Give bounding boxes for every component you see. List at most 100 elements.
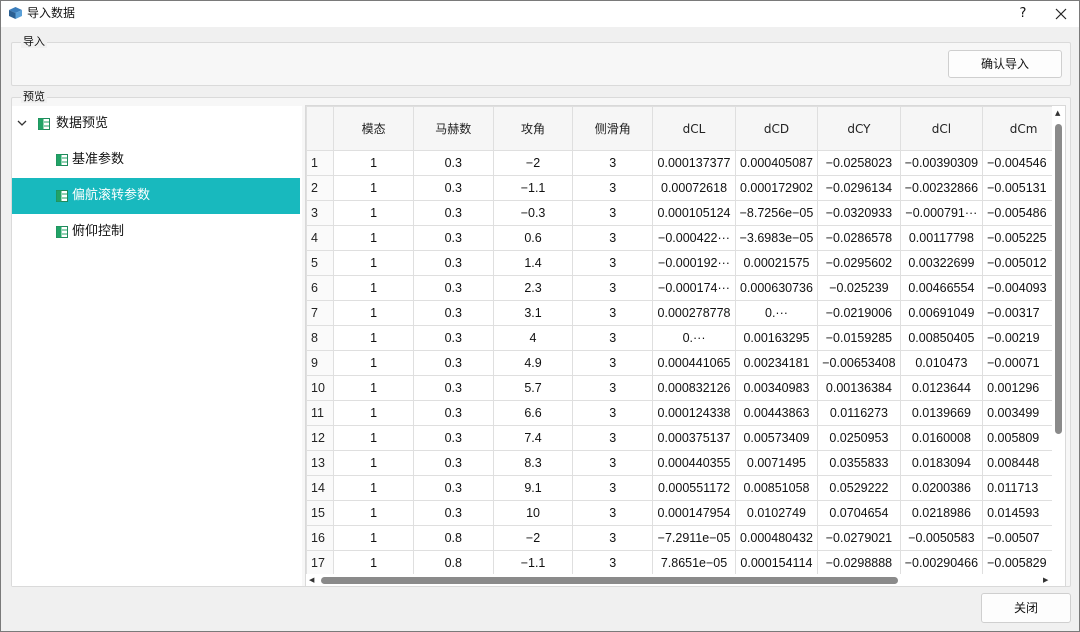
- table-cell[interactable]: 0.···: [734, 300, 819, 326]
- table-cell[interactable]: 1: [333, 450, 414, 476]
- table-cell[interactable]: 1: [333, 375, 414, 401]
- tree-item-data-preview[interactable]: 数据预览: [12, 106, 300, 142]
- column-header[interactable]: dCL: [652, 106, 736, 151]
- table-cell[interactable]: 8.3: [492, 450, 574, 476]
- chevron-down-icon[interactable]: [16, 117, 28, 129]
- table-cell[interactable]: 0.3: [412, 300, 494, 326]
- table-cell[interactable]: 2.3: [492, 275, 574, 301]
- table-cell[interactable]: −0.0296134: [817, 175, 901, 201]
- table-cell[interactable]: 0.000147954: [652, 500, 736, 526]
- table-cell[interactable]: 1: [333, 175, 414, 201]
- table-cell[interactable]: 0.0704654: [817, 500, 901, 526]
- table-cell[interactable]: 0.0250953: [817, 425, 901, 451]
- tree-item-pitch-control[interactable]: 俯仰控制: [12, 214, 300, 250]
- table-row[interactable]: 2 1 0.3 −1.1 3 0.00072618 0.000172902 −0.029613…: [306, 175, 1065, 201]
- table-row[interactable]: 13 1 0.3 8.3 3 0.000440355 0.0071495 0.0355833 0…: [306, 450, 1065, 476]
- table-cell[interactable]: 0.00234181: [734, 350, 819, 376]
- table-cell[interactable]: −0.00653408: [817, 350, 901, 376]
- table-cell[interactable]: 1.4: [492, 250, 574, 276]
- table-cell[interactable]: 1: [333, 225, 414, 251]
- table-cell[interactable]: −0.0298888: [817, 550, 901, 576]
- table-cell[interactable]: 1: [333, 150, 414, 176]
- table-cell[interactable]: 7.8651e−05: [652, 550, 736, 576]
- table-cell[interactable]: 0.000124338: [652, 400, 736, 426]
- horizontal-scroll-thumb[interactable]: [321, 577, 898, 584]
- table-row[interactable]: 4 1 0.3 0.6 3 −0.000422··· −3.6983e−05 −0.02865…: [306, 225, 1065, 251]
- table-cell[interactable]: −0.0279021: [817, 525, 901, 551]
- table-cell[interactable]: 0.3: [412, 425, 494, 451]
- row-number-cell[interactable]: 6: [306, 275, 335, 301]
- table-cell[interactable]: 0.00021575: [734, 250, 819, 276]
- column-header[interactable]: 侧滑角: [572, 106, 654, 151]
- table-cell[interactable]: 0.0218986: [899, 500, 984, 526]
- scroll-right-arrow-icon[interactable]: ▶: [1043, 576, 1048, 584]
- table-cell[interactable]: −0.00390309: [899, 150, 984, 176]
- table-cell[interactable]: 9.1: [492, 475, 574, 501]
- table-cell[interactable]: 0.0071495: [734, 450, 819, 476]
- table-cell[interactable]: 0.3: [412, 500, 494, 526]
- table-row[interactable]: 3 1 0.3 −0.3 3 0.000105124 −8.7256e−05 −0.03209…: [306, 200, 1065, 226]
- table-cell[interactable]: 1: [333, 550, 414, 576]
- row-number-cell[interactable]: 16: [306, 525, 335, 551]
- table-cell[interactable]: 0.000105124: [652, 200, 736, 226]
- table-cell[interactable]: 3: [572, 175, 654, 201]
- table-cell[interactable]: −0.025239: [817, 275, 901, 301]
- table-cell[interactable]: 3: [572, 400, 654, 426]
- table-cell[interactable]: −3.6983e−05: [734, 225, 819, 251]
- table-cell[interactable]: 0.000278778: [652, 300, 736, 326]
- table-cell[interactable]: 0.3: [412, 475, 494, 501]
- table-cell[interactable]: 3: [572, 250, 654, 276]
- horizontal-scrollbar[interactable]: ◀ ▶: [306, 574, 1065, 586]
- table-cell[interactable]: 1: [333, 500, 414, 526]
- scroll-left-arrow-icon[interactable]: ◀: [309, 576, 314, 584]
- close-button[interactable]: 关闭: [981, 593, 1071, 623]
- table-cell[interactable]: 1: [333, 425, 414, 451]
- row-number-cell[interactable]: 8: [306, 325, 335, 351]
- row-number-cell[interactable]: 4: [306, 225, 335, 251]
- column-header[interactable]: dCl: [899, 106, 984, 151]
- table-cell[interactable]: 3: [572, 325, 654, 351]
- table-cell[interactable]: 0.3: [412, 350, 494, 376]
- row-number-cell[interactable]: 1: [306, 150, 335, 176]
- table-cell[interactable]: −0.0258023: [817, 150, 901, 176]
- table-cell[interactable]: 0.0160008: [899, 425, 984, 451]
- table-cell[interactable]: 0.3: [412, 375, 494, 401]
- table-row[interactable]: 5 1 0.3 1.4 3 −0.000192··· 0.00021575 −0.029560…: [306, 250, 1065, 276]
- table-row[interactable]: 16 1 0.8 −2 3 −7.2911e−05 0.000480432 −0.027902…: [306, 525, 1065, 551]
- table-cell[interactable]: 0.00466554: [899, 275, 984, 301]
- row-number-cell[interactable]: 5: [306, 250, 335, 276]
- table-cell[interactable]: 3: [572, 350, 654, 376]
- table-cell[interactable]: −1.1: [492, 550, 574, 576]
- table-cell[interactable]: 0.3: [412, 275, 494, 301]
- table-cell[interactable]: 0.00851058: [734, 475, 819, 501]
- help-button[interactable]: ?: [1013, 4, 1033, 24]
- table-cell[interactable]: 0.3: [412, 450, 494, 476]
- table-cell[interactable]: −8.7256e−05: [734, 200, 819, 226]
- table-cell[interactable]: 3: [572, 200, 654, 226]
- table-cell[interactable]: 0.0102749: [734, 500, 819, 526]
- table-cell[interactable]: 0.3: [412, 175, 494, 201]
- table-cell[interactable]: 0.00573409: [734, 425, 819, 451]
- table-cell[interactable]: 0.3: [412, 200, 494, 226]
- table-row[interactable]: 17 1 0.8 −1.1 3 7.8651e−05 0.000154114 −0.02988…: [306, 550, 1065, 576]
- table-cell[interactable]: 0.00850405: [899, 325, 984, 351]
- table-cell[interactable]: 0.000137377: [652, 150, 736, 176]
- row-number-cell[interactable]: 13: [306, 450, 335, 476]
- column-header[interactable]: 模态: [333, 106, 414, 151]
- table-cell[interactable]: 6.6: [492, 400, 574, 426]
- table-cell[interactable]: −0.000192···: [652, 250, 736, 276]
- row-number-cell[interactable]: 7: [306, 300, 335, 326]
- table-cell[interactable]: 3: [572, 375, 654, 401]
- table-cell[interactable]: 3: [572, 550, 654, 576]
- table-row[interactable]: 12 1 0.3 7.4 3 0.000375137 0.00573409 0.0250953…: [306, 425, 1065, 451]
- table-cell[interactable]: 0.3: [412, 250, 494, 276]
- row-number-cell[interactable]: 11: [306, 400, 335, 426]
- table-row[interactable]: 1 1 0.3 −2 3 0.000137377 0.000405087 −0.0258023…: [306, 150, 1065, 176]
- table-cell[interactable]: −0.000422···: [652, 225, 736, 251]
- column-header[interactable]: dCD: [734, 106, 819, 151]
- table-cell[interactable]: 7.4: [492, 425, 574, 451]
- table-cell[interactable]: 1: [333, 200, 414, 226]
- table-cell[interactable]: 0.00163295: [734, 325, 819, 351]
- table-cell[interactable]: 0.0139669: [899, 400, 984, 426]
- table-cell[interactable]: 3: [572, 525, 654, 551]
